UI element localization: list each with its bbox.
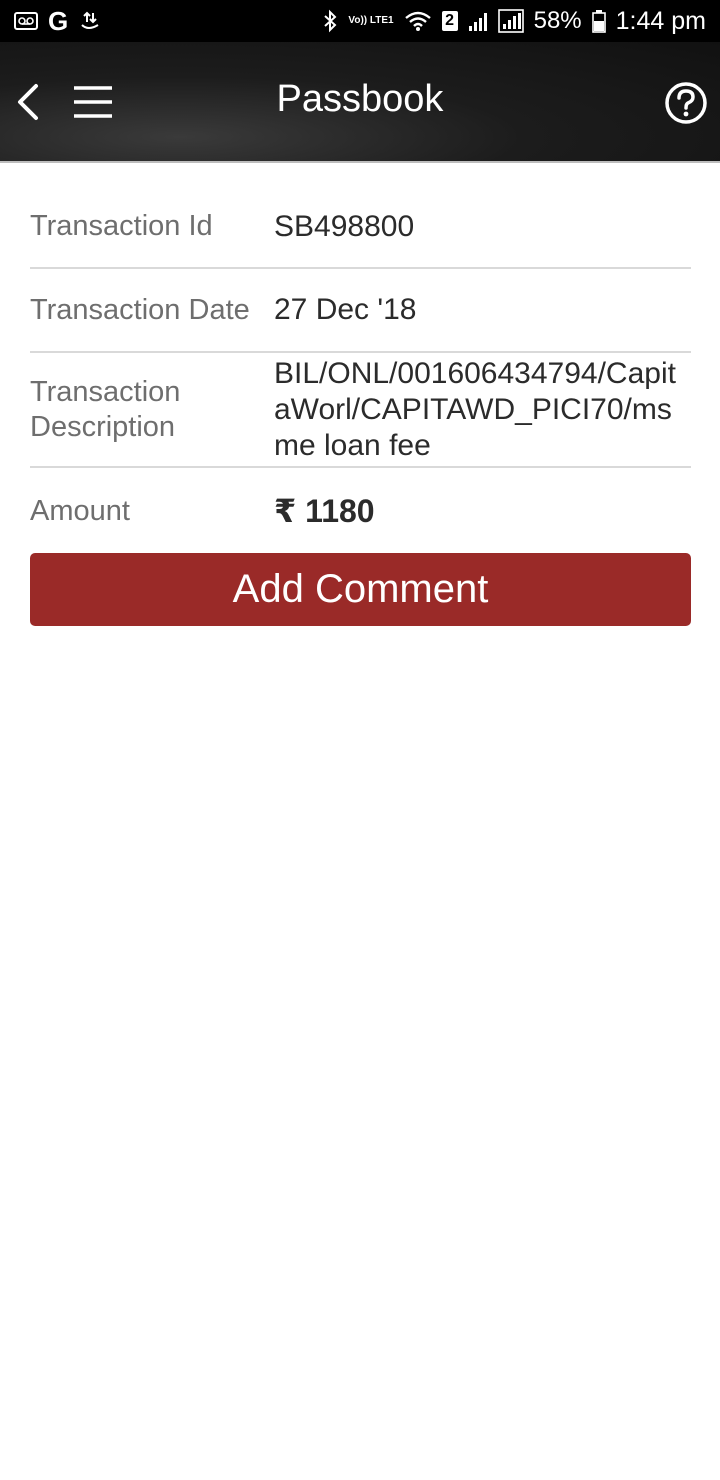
volte-icon: Vo)) LTE1 <box>348 15 394 26</box>
transaction-description-row: Transaction Description BIL/ONL/00160643… <box>30 353 691 468</box>
battery-percent: 58% <box>533 7 582 34</box>
page-title: Passbook <box>276 78 444 120</box>
app-bar: Passbook <box>0 42 720 163</box>
amount-value: ₹ 1180 <box>274 493 375 529</box>
battery-icon <box>591 8 606 34</box>
status-bar-right: Vo)) LTE1 2 58% 1:44 pm <box>322 7 706 36</box>
amount-row: Amount ₹ 1180 <box>30 468 691 554</box>
google-icon: G <box>48 5 69 36</box>
amount-label: Amount <box>30 494 130 527</box>
status-bar-left: G <box>14 5 102 36</box>
status-bar: G Vo)) LTE1 2 58% 1:44 pm <box>0 0 720 42</box>
help-circle-icon <box>665 82 707 124</box>
data-transfer-icon <box>78 8 102 34</box>
add-comment-button[interactable]: Add Comment <box>30 553 691 626</box>
transaction-date-row: Transaction Date 27 Dec '18 <box>30 269 691 353</box>
sim-2-icon: 2 <box>441 11 458 31</box>
transaction-date-label: Transaction Date <box>30 293 250 326</box>
bluetooth-icon <box>322 8 338 34</box>
signal-icon <box>497 8 524 34</box>
transaction-details: Transaction Id SB498800 Transaction Date… <box>30 186 691 554</box>
help-button[interactable] <box>664 81 708 125</box>
wifi-icon <box>404 8 432 34</box>
transaction-description-label: Transaction Description <box>30 375 181 443</box>
transaction-id-label: Transaction Id <box>30 210 213 242</box>
transaction-id-row: Transaction Id SB498800 <box>30 186 691 269</box>
signal-weak-icon <box>468 8 488 34</box>
transaction-description-value: BIL/ONL/001606434794/CapitaWorl/CAPITAWD… <box>274 356 676 462</box>
voicemail-icon <box>14 8 38 34</box>
transaction-id-value: SB498800 <box>274 209 415 243</box>
clock: 1:44 pm <box>615 6 706 35</box>
transaction-date-value: 27 Dec '18 <box>274 293 417 326</box>
